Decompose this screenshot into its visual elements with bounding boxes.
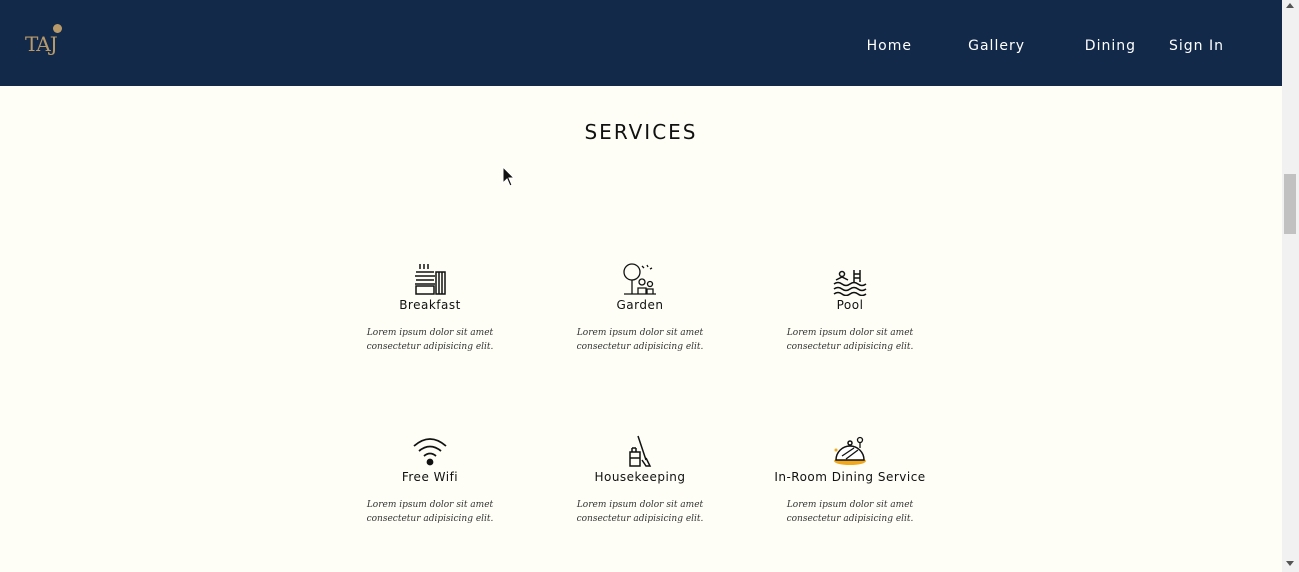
nav-home[interactable]: Home xyxy=(867,38,912,54)
mouse-cursor-icon xyxy=(502,166,516,187)
scroll-up-arrow-icon[interactable] xyxy=(1286,3,1294,8)
service-pool: Pool Lorem ipsum dolor sit amet consecte… xyxy=(755,262,945,354)
logo-emblem-icon xyxy=(53,24,62,33)
breakfast-icon xyxy=(415,264,446,295)
scroll-down-arrow-icon[interactable] xyxy=(1286,561,1294,566)
scroll-thumb[interactable] xyxy=(1284,174,1296,234)
services-title: SERVICES xyxy=(584,120,698,144)
service-in-room-dining: In-Room Dining Service Lorem ipsum dolor… xyxy=(755,434,945,526)
service-name: Free Wifi xyxy=(401,470,459,484)
service-description: Lorem ipsum dolor sit amet consectetur a… xyxy=(786,328,914,352)
taj-logo[interactable]: TAJ xyxy=(25,24,65,60)
vertical-scrollbar[interactable] xyxy=(1282,0,1299,572)
service-housekeeping: Housekeeping Lorem ipsum dolor sit amet … xyxy=(545,434,735,526)
nav-dining[interactable]: Dining xyxy=(1085,38,1136,54)
service-garden: Garden Lorem ipsum dolor sit amet consec… xyxy=(545,262,735,354)
service-description: Lorem ipsum dolor sit amet consectetur a… xyxy=(576,328,704,352)
service-name: Garden xyxy=(616,298,664,312)
service-description: Lorem ipsum dolor sit amet consectetur a… xyxy=(366,328,494,352)
service-description: Lorem ipsum dolor sit amet consectetur a… xyxy=(576,500,704,524)
service-description: Lorem ipsum dolor sit amet consectetur a… xyxy=(366,500,494,524)
service-name: Housekeeping xyxy=(594,470,686,484)
nav-gallery[interactable]: Gallery xyxy=(968,38,1025,54)
service-free-wifi: Free Wifi Lorem ipsum dolor sit amet con… xyxy=(335,434,525,526)
wifi-icon xyxy=(413,438,447,466)
nav-sign-in[interactable]: Sign In xyxy=(1169,38,1224,54)
room-service-icon xyxy=(834,436,866,465)
service-description: Lorem ipsum dolor sit amet consectetur a… xyxy=(786,500,914,524)
service-name: Breakfast xyxy=(399,298,461,312)
logo-text: TAJ xyxy=(25,32,58,56)
pool-icon xyxy=(833,270,867,296)
service-name: In-Room Dining Service xyxy=(774,470,926,484)
housekeeping-icon xyxy=(629,435,652,467)
service-breakfast: Breakfast Lorem ipsum dolor sit amet con… xyxy=(335,262,525,354)
navbar: TAJ Home Gallery Dining Sign In xyxy=(0,0,1282,86)
garden-icon xyxy=(623,263,656,295)
service-name: Pool xyxy=(836,298,864,312)
